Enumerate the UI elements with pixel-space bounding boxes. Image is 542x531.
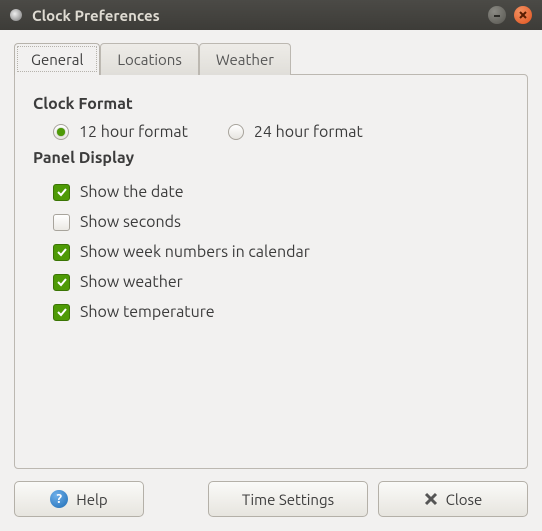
checkbox-show-week-numbers[interactable]: Show week numbers in calendar bbox=[53, 237, 509, 267]
close-window-button[interactable] bbox=[514, 6, 532, 24]
clock-format-heading: Clock Format bbox=[33, 95, 509, 113]
tab-bar: General Locations Weather bbox=[14, 42, 528, 74]
panel-display-heading: Panel Display bbox=[33, 149, 509, 167]
checkbox-show-seconds[interactable]: Show seconds bbox=[53, 207, 509, 237]
spacer bbox=[154, 481, 198, 517]
checkbox-label: Show temperature bbox=[80, 303, 215, 321]
radio-12-hour[interactable]: 12 hour format bbox=[53, 123, 188, 141]
button-label: Close bbox=[446, 491, 483, 508]
tab-general[interactable]: General bbox=[14, 43, 100, 75]
close-icon bbox=[424, 492, 438, 506]
window-controls bbox=[488, 6, 532, 24]
close-button[interactable]: Close bbox=[378, 481, 528, 517]
checkbox-show-temperature[interactable]: Show temperature bbox=[53, 297, 509, 327]
button-label: Time Settings bbox=[242, 491, 334, 508]
checkbox-show-date[interactable]: Show the date bbox=[53, 177, 509, 207]
button-label: Help bbox=[76, 491, 107, 508]
radio-24-hour[interactable]: 24 hour format bbox=[228, 123, 363, 141]
tab-locations[interactable]: Locations bbox=[100, 43, 198, 75]
help-icon: ? bbox=[50, 490, 68, 508]
dialog-buttons: ? Help Time Settings Close bbox=[14, 481, 528, 517]
checkbox-icon bbox=[53, 304, 70, 321]
checkbox-show-weather[interactable]: Show weather bbox=[53, 267, 509, 297]
time-settings-button[interactable]: Time Settings bbox=[208, 481, 368, 517]
tab-panel-general: Clock Format 12 hour format 24 hour form… bbox=[14, 74, 528, 469]
checkbox-label: Show weather bbox=[80, 273, 183, 291]
checkbox-icon bbox=[53, 184, 70, 201]
minimize-button[interactable] bbox=[488, 6, 506, 24]
checkbox-icon bbox=[53, 274, 70, 291]
radio-icon bbox=[53, 124, 69, 140]
titlebar: Clock Preferences bbox=[0, 0, 542, 30]
content-area: General Locations Weather Clock Format 1… bbox=[0, 30, 542, 531]
tab-weather[interactable]: Weather bbox=[199, 43, 291, 75]
window-title: Clock Preferences bbox=[32, 7, 488, 24]
checkbox-label: Show the date bbox=[80, 183, 184, 201]
radio-label: 24 hour format bbox=[254, 123, 363, 141]
radio-icon bbox=[228, 124, 244, 140]
radio-label: 12 hour format bbox=[79, 123, 188, 141]
checkbox-icon bbox=[53, 244, 70, 261]
checkbox-icon bbox=[53, 214, 70, 231]
checkbox-label: Show seconds bbox=[80, 213, 181, 231]
help-button[interactable]: ? Help bbox=[14, 481, 144, 517]
panel-display-options: Show the date Show seconds Show week num… bbox=[33, 177, 509, 327]
clock-format-options: 12 hour format 24 hour format bbox=[33, 123, 509, 141]
checkbox-label: Show week numbers in calendar bbox=[80, 243, 310, 261]
app-icon bbox=[10, 9, 22, 21]
